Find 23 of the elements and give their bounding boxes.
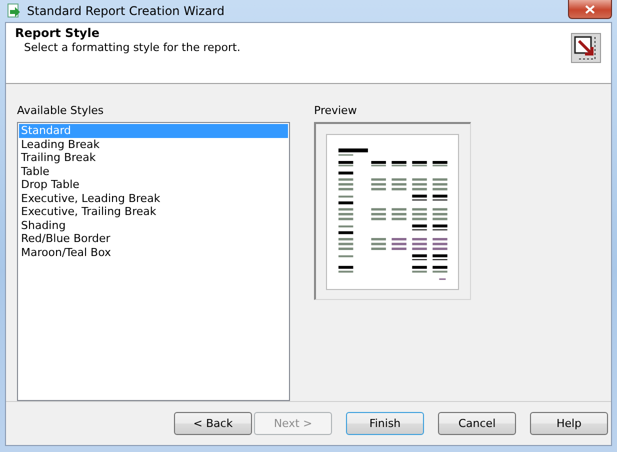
wizard-button[interactable]: < Back: [174, 412, 252, 435]
page-title: Report Style: [15, 26, 100, 40]
styles-label: Available Styles: [17, 104, 105, 117]
style-item[interactable]: Shading: [19, 218, 288, 232]
style-item[interactable]: Executive, Leading Break: [19, 192, 288, 205]
style-item[interactable]: Trailing Break: [19, 151, 288, 164]
style-item[interactable]: Drop Table: [19, 178, 288, 192]
style-item[interactable]: Red/Blue Border: [19, 232, 288, 246]
close-button[interactable]: [568, 0, 612, 19]
wizard-button[interactable]: Finish: [346, 412, 424, 435]
window-title: Standard Report Creation Wizard: [27, 4, 225, 18]
style-item[interactable]: Executive, Trailing Break: [19, 205, 288, 218]
preview-label: Preview: [314, 104, 358, 117]
wizard-button[interactable]: Cancel: [438, 412, 516, 435]
style-item[interactable]: Leading Break: [19, 138, 288, 151]
style-item[interactable]: Table: [19, 164, 288, 178]
app-icon: [7, 3, 21, 19]
page-subtitle: Select a formatting style for the report.: [23, 41, 242, 54]
wizard-icon: [571, 33, 601, 63]
wizard-button[interactable]: Help: [530, 412, 608, 435]
styles-list[interactable]: Standard Leading Break Trailing Break Table Drop Table Executive, Leading Break Executive, Trailing Break Shading Red/Blue Border Maroon/Teal Box: [17, 122, 290, 401]
style-item[interactable]: Maroon/Teal Box: [19, 246, 288, 259]
close-icon: [585, 4, 595, 14]
